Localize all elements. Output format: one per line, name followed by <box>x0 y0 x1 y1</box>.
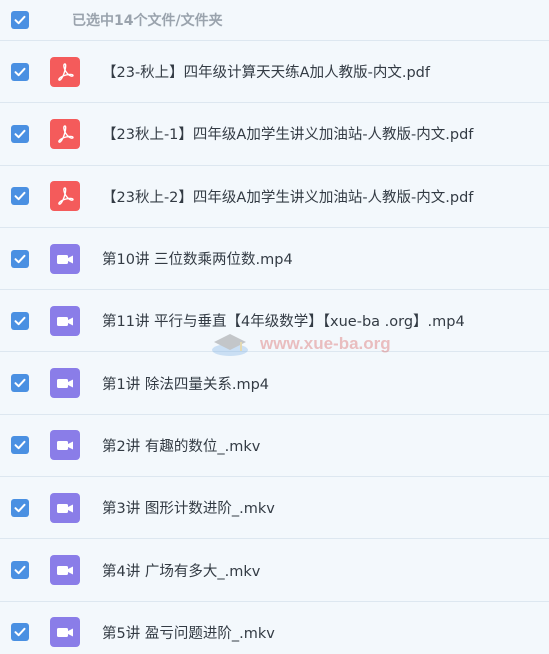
file-name: 【23-秋上】四年级计算天天练A加人教版-内文.pdf <box>102 65 430 82</box>
file-row[interactable]: 【23-秋上】四年级计算天天练A加人教版-内文.pdf <box>0 41 549 104</box>
check-icon <box>14 503 26 512</box>
check-icon <box>14 15 26 25</box>
selection-header: 已选中14个文件/文件夹 <box>0 0 549 41</box>
video-camera-glyph <box>57 254 73 264</box>
file-checkbox[interactable] <box>11 249 29 268</box>
pdf-glyph <box>58 125 74 143</box>
selection-count-label: 已选中14个文件/文件夹 <box>72 13 223 29</box>
file-name: 【23秋上-1】四年级A加学生讲义加油站-人教版-内文.pdf <box>102 127 474 144</box>
check-icon <box>14 441 26 450</box>
file-name: 第11讲 平行与垂直【4年级数学】【xue-ba .org】.mp4 <box>102 314 465 331</box>
video-camera-glyph <box>57 441 73 451</box>
video-file-icon <box>50 617 80 648</box>
file-checkbox[interactable] <box>11 561 29 580</box>
video-file-icon <box>50 492 80 523</box>
file-row[interactable]: 第11讲 平行与垂直【4年级数学】【xue-ba .org】.mp4 <box>0 290 549 353</box>
file-name: 第5讲 盈亏问题进阶_.mkv <box>102 625 275 642</box>
video-file-icon <box>50 555 80 586</box>
pdf-glyph <box>58 62 74 81</box>
pdf-file-icon <box>50 56 80 87</box>
select-all-checkbox[interactable] <box>11 11 29 29</box>
file-row[interactable]: 第4讲 广场有多大_.mkv <box>0 539 549 602</box>
video-camera-glyph <box>57 628 73 638</box>
video-camera-glyph <box>57 316 73 326</box>
check-icon <box>14 192 26 201</box>
file-name: 【23秋上-2】四年级A加学生讲义加油站-人教版-内文.pdf <box>102 189 474 206</box>
pdf-file-icon <box>50 118 80 149</box>
file-name: 第2讲 有趣的数位_.mkv <box>102 438 261 455</box>
video-file-icon <box>50 430 80 461</box>
file-checkbox[interactable] <box>11 374 29 393</box>
file-name: 第1讲 除法四量关系.mp4 <box>102 376 269 393</box>
check-icon <box>14 565 26 575</box>
file-row[interactable]: 第10讲 三位数乘两位数.mp4 <box>0 228 549 291</box>
file-row[interactable]: 【23秋上-1】四年级A加学生讲义加油站-人教版-内文.pdf <box>0 103 549 166</box>
video-file-icon <box>50 368 80 399</box>
file-checkbox[interactable] <box>11 498 29 517</box>
file-checkbox[interactable] <box>11 187 29 206</box>
video-file-icon <box>50 305 80 336</box>
check-icon <box>14 254 26 263</box>
file-checkbox[interactable] <box>11 311 29 330</box>
check-icon <box>14 67 26 76</box>
file-row[interactable]: 第3讲 图形计数进阶_.mkv <box>0 477 549 540</box>
file-name: 第10讲 三位数乘两位数.mp4 <box>102 252 293 269</box>
file-checkbox[interactable] <box>11 62 29 81</box>
file-selection-panel: 已选中14个文件/文件夹 【23-秋上】四年级计算天天练A加人教版-内文.pdf… <box>0 0 549 654</box>
pdf-glyph <box>58 187 74 206</box>
check-icon <box>14 378 26 388</box>
file-row[interactable]: 第1讲 除法四量关系.mp4 <box>0 352 549 415</box>
check-icon <box>14 316 26 326</box>
video-camera-glyph <box>57 379 73 389</box>
file-checkbox[interactable] <box>11 436 29 455</box>
file-row[interactable]: 【23秋上-2】四年级A加学生讲义加油站-人教版-内文.pdf <box>0 166 549 228</box>
check-icon <box>14 628 26 637</box>
video-camera-glyph <box>57 503 73 513</box>
check-icon <box>14 129 26 139</box>
file-row[interactable]: 第5讲 盈亏问题进阶_.mkv <box>0 602 549 654</box>
file-list: 【23-秋上】四年级计算天天练A加人教版-内文.pdf 【23秋上-1】四年级A加… <box>0 41 549 654</box>
pdf-file-icon <box>50 181 80 212</box>
file-row[interactable]: 第2讲 有趣的数位_.mkv <box>0 415 549 478</box>
video-camera-glyph <box>57 566 73 576</box>
video-file-icon <box>50 243 80 274</box>
file-checkbox[interactable] <box>11 124 29 143</box>
file-name: 第4讲 广场有多大_.mkv <box>102 563 261 580</box>
file-checkbox[interactable] <box>11 623 29 642</box>
file-name: 第3讲 图形计数进阶_.mkv <box>102 501 275 518</box>
